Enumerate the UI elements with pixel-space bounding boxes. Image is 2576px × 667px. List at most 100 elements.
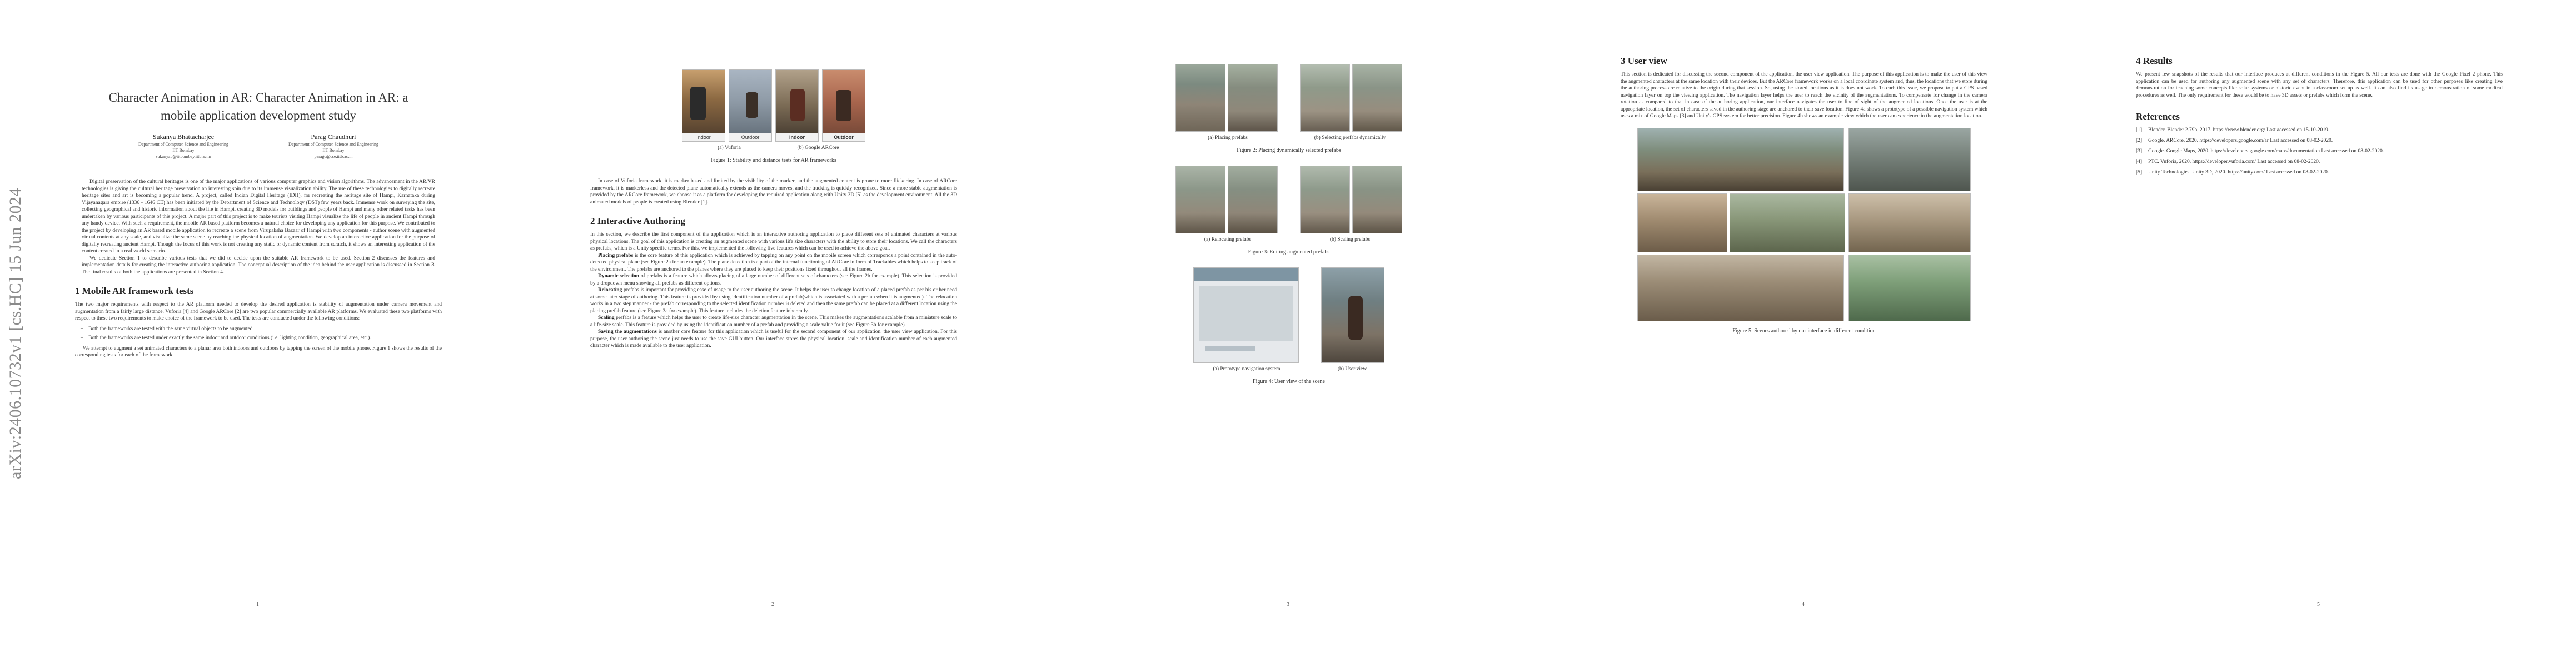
reference-number: [3] [2136, 148, 2142, 154]
page-3: (a) Placing prefabs (b) Selecting prefab… [1030, 0, 1546, 667]
subcaption: (b) Selecting prefabs dynamically [1314, 135, 1386, 141]
authored-scene-photo [1637, 254, 1844, 321]
subcaption: (a) Placing prefabs [1208, 135, 1248, 141]
authored-scene-photo [1848, 193, 1971, 252]
page-number: 1 [256, 601, 259, 608]
body-paragraph: In case of Vuforia framework, it is mark… [590, 178, 957, 205]
photo-label: Outdoor [729, 133, 771, 141]
scaling-prefabs-photo [1300, 166, 1350, 233]
arcore-outdoor-photo: Outdoor [822, 69, 865, 142]
author-name: Parag Chaudhuri [311, 133, 356, 141]
body-paragraph: Placing prefabs is the core feature of t… [590, 252, 957, 273]
figure-1-subcaptions: (a) Vuforia (b) Google ARCore [590, 145, 957, 151]
page-2: Indoor Outdoor Indoor Outdoor (a) Vufori… [515, 0, 1030, 667]
selecting-prefabs-photo [1352, 64, 1402, 132]
page-4: 3 User view This section is dedicated fo… [1546, 0, 2061, 667]
reference-item: [5] Unity Technologies. Unity 3D, 2020. h… [2136, 169, 2503, 176]
figure-2-subcaptions: (a) Placing prefabs (b) Selecting prefab… [1105, 135, 1472, 141]
subcaption: (a) Vuforia [718, 145, 741, 151]
reference-item: [4] PTC. Vuforia, 2020. https://developer… [2136, 158, 2503, 166]
arcore-indoor-photo: Indoor [775, 69, 819, 142]
reference-number: [2] [2136, 138, 2142, 143]
scaling-prefabs-photo [1352, 166, 1402, 233]
authored-scene-photo [1637, 193, 1727, 252]
vuforia-outdoor-photo: Outdoor [729, 69, 772, 142]
test-conditions-list: Both the frameworks are tested with the … [81, 326, 442, 342]
photo-label: Indoor [682, 133, 725, 141]
figure-5-photos [1621, 127, 1987, 321]
figure-1-caption: Figure 1: Stability and distance tests f… [711, 157, 836, 163]
reference-text[interactable]: PTC. Vuforia, 2020. https://developer.vu… [2148, 158, 2320, 166]
placing-prefabs-photo [1175, 64, 1225, 132]
feature-lead: Dynamic selection [598, 273, 640, 279]
reference-text[interactable]: Blender. Blender 2.79b, 2017. https://ww… [2148, 127, 2329, 134]
figure-3a-group [1175, 166, 1278, 233]
authored-scene-photo [1637, 127, 1844, 191]
feature-text: prefabs is important for providing ease … [590, 287, 957, 314]
body-paragraph: We present few snapshots of the results … [2136, 72, 2503, 98]
arxiv-sidebar-stamp: arXiv:2406.10732v1 [cs.HC] 15 Jun 2024 [4, 161, 27, 506]
page-number: 5 [2317, 601, 2320, 608]
subcaption: (a) Relocating prefabs [1204, 237, 1252, 242]
feature-lead: Placing prefabs [598, 252, 634, 258]
figure-3-caption: Figure 3: Editing augmented prefabs [1248, 249, 1330, 255]
figure-3-subcaptions: (a) Relocating prefabs (b) Scaling prefa… [1105, 237, 1472, 242]
figure-3-photos [1105, 166, 1472, 233]
body-paragraph: Scaling prefabs is a feature which helps… [590, 315, 957, 328]
feature-lead: Scaling [598, 315, 615, 321]
reference-text[interactable]: Google. Google Maps, 2020. https://devel… [2148, 148, 2384, 155]
feature-lead: Relocating [598, 287, 622, 293]
author-email[interactable]: paragc@cse.iitb.ac.in [288, 153, 378, 160]
page-1-column: Character Animation in AR: Character Ani… [75, 83, 442, 359]
figure-5-left-column [1637, 127, 1845, 321]
reference-number: [4] [2136, 159, 2142, 165]
author-email[interactable]: sukanyab@iitbombay.iitb.ac.in [138, 153, 228, 160]
figure-5-right-column [1848, 127, 1971, 321]
author-inst: IIT Bombay [172, 148, 195, 153]
figure-2-photos [1105, 64, 1472, 132]
feature-text: of prefabs is a feature which allows pla… [590, 273, 957, 286]
abstract-paragraph: We dedicate Section 1 to describe variou… [82, 255, 435, 275]
page-5-column: 4 Results We present few snapshots of th… [2136, 56, 2503, 180]
author-dept: Department of Computer Science and Engin… [138, 142, 228, 147]
selecting-prefabs-photo [1300, 64, 1350, 132]
reference-list: [1] Blender. Blender 2.79b, 2017. https:/… [2136, 127, 2503, 176]
photo-row [1637, 193, 1845, 252]
subcaption: (b) Scaling prefabs [1329, 237, 1371, 242]
list-item: Both the frameworks are tested with the … [81, 326, 442, 333]
relocating-prefabs-photo [1175, 166, 1225, 233]
authored-scene-photo [1848, 127, 1971, 191]
arxiv-identifier[interactable]: arXiv:2406.10732v1 [cs.HC] 15 Jun 2024 [6, 188, 25, 479]
author-1: Sukanya Bhattacharjee Department of Comp… [138, 132, 228, 160]
vuforia-indoor-photo: Indoor [682, 69, 725, 142]
paper-title: Character Animation in AR: Character Ani… [108, 91, 408, 122]
page-4-column: 3 User view This section is dedicated fo… [1621, 56, 1987, 334]
subcaption: (a) Prototype navigation system [1213, 366, 1280, 372]
reference-text[interactable]: Google. ARCore, 2020. https://developers… [2148, 137, 2333, 145]
reference-text[interactable]: Unity Technologies. Unity 3D, 2020. http… [2148, 169, 2329, 176]
photo-label: Outdoor [823, 133, 865, 141]
page-number: 2 [771, 601, 774, 608]
section-3-heading: 3 User view [1621, 56, 1667, 66]
subcaption: (b) Google ARCore [797, 145, 839, 151]
authored-scene-photo [1730, 193, 1845, 252]
figure-4-subcaptions: (a) Prototype navigation system (b) User… [1105, 366, 1472, 372]
figure-4-caption: Figure 4: User view of the scene [1253, 379, 1325, 385]
figure-1-photos: Indoor Outdoor Indoor Outdoor [590, 69, 957, 142]
section-1-paragraph: The two major requirements with respect … [75, 302, 442, 321]
page-number: 4 [1802, 601, 1805, 608]
figure-4-photos [1105, 267, 1472, 363]
abstract-paragraph: Digital preservation of the cultural her… [82, 179, 435, 254]
author-block: Sukanya Bhattacharjee Department of Comp… [108, 132, 408, 160]
reference-item: [2] Google. ARCore, 2020. https://develop… [2136, 137, 2503, 145]
figure-2b-group [1300, 64, 1402, 132]
page-5: 4 Results We present few snapshots of th… [2061, 0, 2576, 667]
abstract: Digital preservation of the cultural her… [82, 178, 435, 276]
section-2-heading: 2 Interactive Authoring [590, 216, 685, 226]
figure-3b-group [1300, 166, 1402, 233]
reference-item: [3] Google. Google Maps, 2020. https://de… [2136, 148, 2503, 155]
photo-label: Indoor [776, 133, 818, 141]
body-paragraph: This section is dedicated for discussing… [1621, 72, 1987, 119]
body-paragraph: Relocating prefabs is important for prov… [590, 287, 957, 315]
section-1-paragraph: We attempt to augment a set animated cha… [75, 345, 442, 359]
